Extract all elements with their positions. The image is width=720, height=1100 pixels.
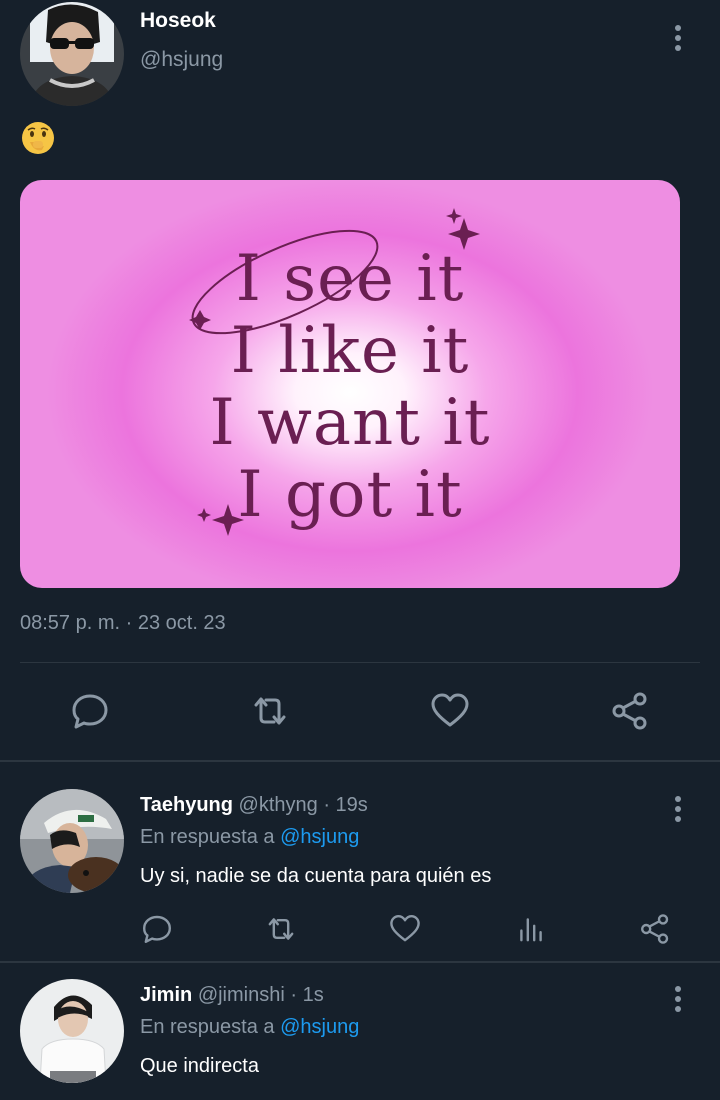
more-options-icon[interactable]: [668, 986, 688, 1012]
author-handle[interactable]: @hsjung: [140, 48, 223, 72]
like-icon[interactable]: [388, 912, 422, 946]
analytics-icon[interactable]: [514, 912, 548, 946]
reply-text: Que indirecta: [140, 1055, 259, 1077]
share-icon[interactable]: [638, 912, 672, 946]
image-line-4: I got it: [237, 458, 463, 532]
reply-time: · 19s: [323, 794, 368, 816]
reply-time: · 1s: [290, 984, 324, 1006]
tweet-timestamp: 08:57 p. m. · 23 oct. 23: [20, 612, 226, 634]
divider: [20, 662, 700, 663]
author-avatar[interactable]: [20, 2, 124, 106]
reply-avatar[interactable]: [20, 789, 124, 893]
retweet-icon[interactable]: [264, 912, 298, 946]
divider: [0, 760, 720, 762]
reply-mention-link[interactable]: @hsjung: [280, 826, 359, 848]
reply-mention-link[interactable]: @hsjung: [280, 1016, 359, 1038]
reply-icon[interactable]: [70, 691, 110, 731]
tweet-image[interactable]: I see it I like it I want it I got it: [20, 180, 680, 588]
reply-author-handle[interactable]: @jiminshi: [198, 984, 285, 1006]
reply-prefix: En respuesta a: [140, 826, 275, 848]
in-reply-to: En respuesta a @hsjung: [140, 1016, 359, 1039]
author-name[interactable]: Hoseok: [140, 9, 216, 33]
reply-avatar[interactable]: [20, 979, 124, 1083]
reply-icon[interactable]: [140, 912, 174, 946]
more-options-icon[interactable]: [668, 796, 688, 822]
more-options-icon[interactable]: [668, 25, 688, 51]
like-icon[interactable]: [430, 691, 470, 731]
tweet-thread-page: Hoseok @hsjung I see it I like it I want…: [0, 0, 720, 1100]
reply-prefix: En respuesta a: [140, 1016, 275, 1038]
retweet-icon[interactable]: [250, 691, 290, 731]
image-line-3: I want it: [209, 386, 491, 460]
reply-author-name[interactable]: Taehyung: [140, 794, 233, 816]
in-reply-to: En respuesta a @hsjung: [140, 826, 359, 849]
divider: [0, 961, 720, 963]
reply-author-name[interactable]: Jimin: [140, 984, 192, 1006]
share-icon[interactable]: [610, 691, 650, 731]
reply-text: Uy si, nadie se da cuenta para quién es: [140, 865, 492, 887]
reply-author-handle[interactable]: @kthyng: [239, 794, 318, 816]
image-line-1: I see it: [235, 242, 465, 316]
image-line-2: I like it: [230, 314, 470, 388]
shushing-face-emoji: [20, 120, 56, 161]
